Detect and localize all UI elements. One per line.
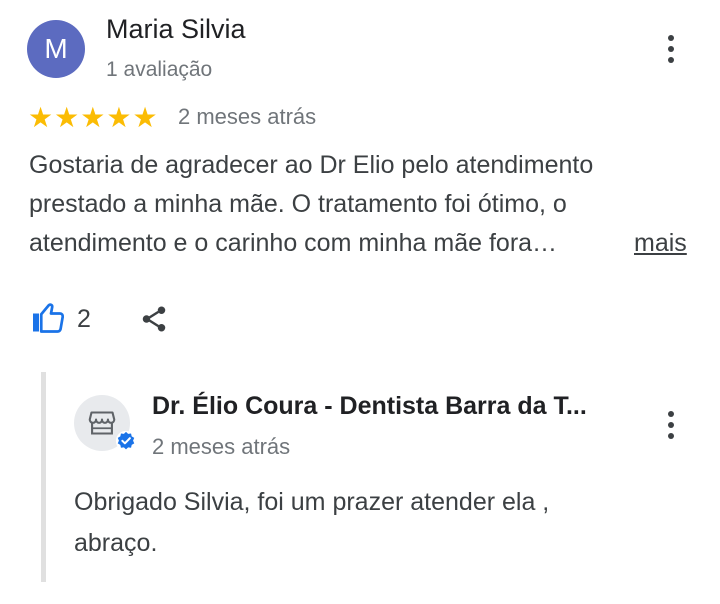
review-text-line: Gostaria de agradecer ao Dr Elio pelo at…	[29, 151, 594, 179]
star-icon: ★	[80, 102, 106, 133]
avatar[interactable]: M	[27, 20, 85, 78]
reviewer-meta: 1 avaliação	[106, 58, 213, 81]
like-count: 2	[77, 305, 91, 333]
reply-more-options-button[interactable]	[656, 405, 686, 445]
reply-text-line: Obrigado Silvia, foi um prazer atender e…	[74, 488, 550, 516]
review-text-line: atendimento e o carinho com minha mãe fo…	[29, 229, 558, 257]
storefront-icon	[88, 411, 116, 435]
star-rating: ★ ★ ★ ★ ★	[28, 103, 158, 133]
reviewer-name[interactable]: Maria Silvia	[106, 14, 246, 45]
reply-text: Obrigado Silvia, foi um prazer atender e…	[74, 482, 654, 564]
reply-text-line: abraço.	[74, 529, 158, 557]
star-icon: ★	[132, 102, 158, 133]
review-date: 2 meses atrás	[178, 104, 317, 129]
star-icon: ★	[106, 102, 132, 133]
dot	[668, 57, 674, 63]
dot	[668, 433, 674, 439]
review-text-line: prestado a minha mãe. O tratamento foi ó…	[29, 190, 567, 218]
star-icon: ★	[28, 102, 54, 133]
reply-divider	[41, 372, 46, 582]
verified-badge-icon	[115, 430, 137, 452]
review-more-options-button[interactable]	[656, 29, 686, 69]
dot	[668, 411, 674, 417]
owner-name[interactable]: Dr. Élio Coura - Dentista Barra da T...	[152, 392, 587, 421]
avatar-letter: M	[44, 33, 68, 64]
share-icon[interactable]	[139, 303, 169, 335]
star-icon: ★	[54, 102, 80, 133]
review-text: Gostaria de agradecer ao Dr Elio pelo at…	[29, 146, 699, 263]
more-link[interactable]: mais	[634, 224, 687, 263]
dot	[668, 46, 674, 52]
reply-date: 2 meses atrás	[152, 434, 291, 459]
thumb-up-icon[interactable]	[30, 300, 66, 336]
dot	[668, 35, 674, 41]
dot	[668, 422, 674, 428]
